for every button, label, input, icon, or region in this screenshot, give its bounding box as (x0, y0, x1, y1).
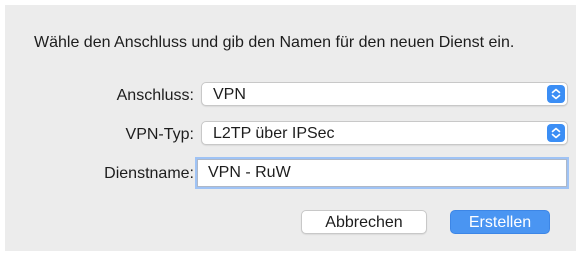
interface-row: Anschluss: VPN (5, 82, 576, 110)
interface-popup[interactable]: VPN (201, 82, 568, 106)
chevron-up-down-icon (547, 124, 565, 142)
interface-value: VPN (213, 86, 246, 103)
new-service-dialog: Wähle den Anschluss und gib den Namen fü… (5, 5, 576, 251)
dialog-message: Wähle den Anschluss und gib den Namen fü… (34, 34, 515, 51)
service-name-row: Dienstname: (5, 159, 576, 187)
create-button[interactable]: Erstellen (450, 210, 550, 234)
chevron-up-down-icon (547, 85, 565, 103)
vpn-type-value: L2TP über IPSec (213, 125, 335, 142)
service-name-field[interactable] (197, 159, 567, 187)
interface-label: Anschluss: (116, 87, 194, 104)
service-name-label: Dienstname: (104, 165, 194, 182)
vpn-type-row: VPN-Typ: L2TP über IPSec (5, 121, 576, 149)
cancel-button[interactable]: Abbrechen (301, 210, 427, 234)
vpn-type-popup[interactable]: L2TP über IPSec (201, 121, 568, 145)
vpn-type-label: VPN-Typ: (125, 126, 194, 143)
